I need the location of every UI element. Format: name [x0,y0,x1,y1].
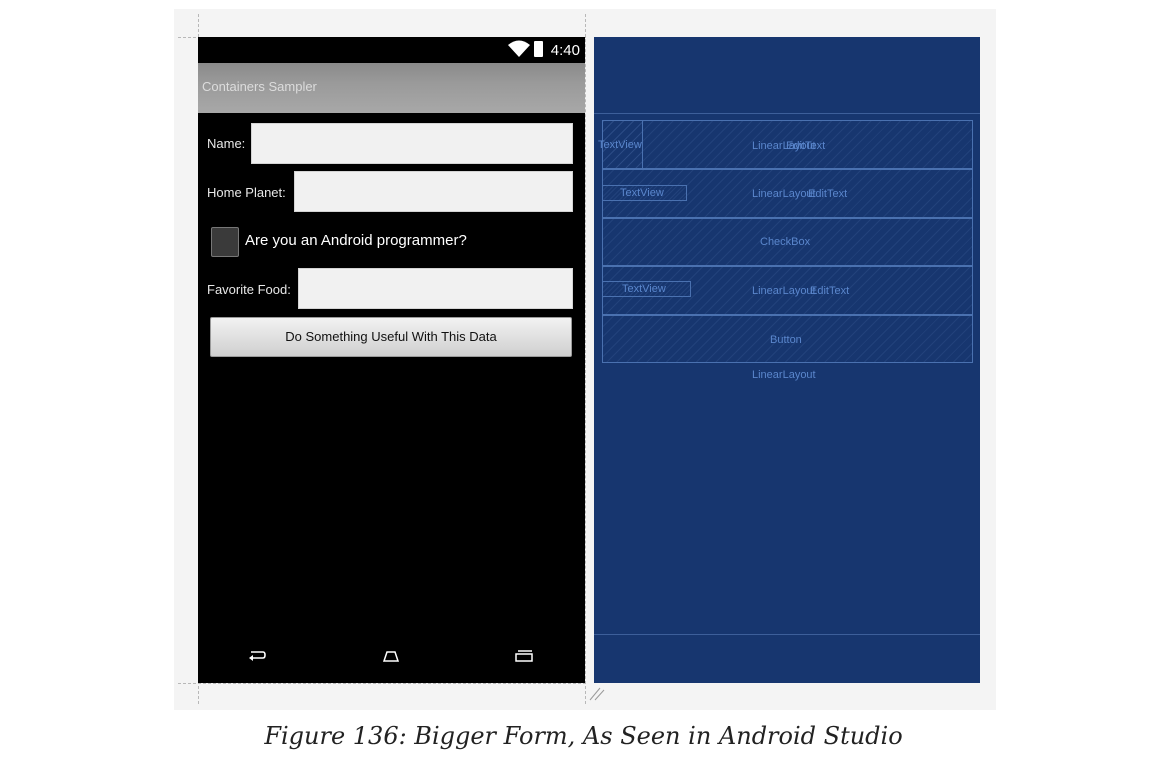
recents-icon[interactable] [514,649,534,663]
action-bar: Containers Sampler [198,63,585,113]
blueprint-row4-linearlayout-label: LinearLayout [752,285,816,297]
home-icon[interactable] [381,649,401,663]
right-guide-line [585,14,586,704]
bottom-guide-line [178,683,586,684]
blueprint-row2-edittext-label: EditText [808,188,848,200]
blueprint-navbar-line [594,634,980,635]
blueprint-row1-edittext-label: EditText [786,140,826,152]
home-planet-field[interactable] [294,171,573,212]
blueprint-button-label: Button [770,334,802,346]
blueprint-row2-textview-label: TextView [620,187,664,199]
favorite-food-field[interactable] [298,268,573,309]
figure-caption: Figure 136: Bigger Form, As Seen in Andr… [264,722,903,750]
wifi-icon [508,40,530,57]
app-title: Containers Sampler [202,79,317,94]
blueprint-row4-textview-label: TextView [622,283,666,295]
name-field[interactable] [251,123,573,164]
phone-preview: 4:40 Containers Sampler Name: Home Plane… [198,37,585,683]
android-programmer-checkbox[interactable] [211,227,239,257]
blueprint-checkbox-label: CheckBox [760,236,811,248]
blueprint-root-linearlayout-label: LinearLayout [752,369,816,381]
name-label: Name: [207,136,246,151]
back-icon[interactable] [248,649,266,663]
resize-handle-icon[interactable] [588,684,608,702]
blueprint-row4-edittext-label: EditText [810,285,850,297]
favorite-food-label: Favorite Food: [207,282,291,297]
battery-icon [534,41,543,57]
status-time: 4:40 [550,42,580,59]
status-bar: 4:40 [198,37,585,63]
checkbox-label: Are you an Android programmer? [245,232,467,249]
blueprint-view: TextView LinearLayout EditText TextView … [594,37,980,683]
blueprint-actionbar-line [594,113,980,114]
home-planet-label: Home Planet: [207,185,286,200]
blueprint-row2-linearlayout-label: LinearLayout [752,188,816,200]
blueprint-row1-textview-label: TextView [598,139,642,151]
do-something-button[interactable]: Do Something Useful With This Data [210,317,572,357]
